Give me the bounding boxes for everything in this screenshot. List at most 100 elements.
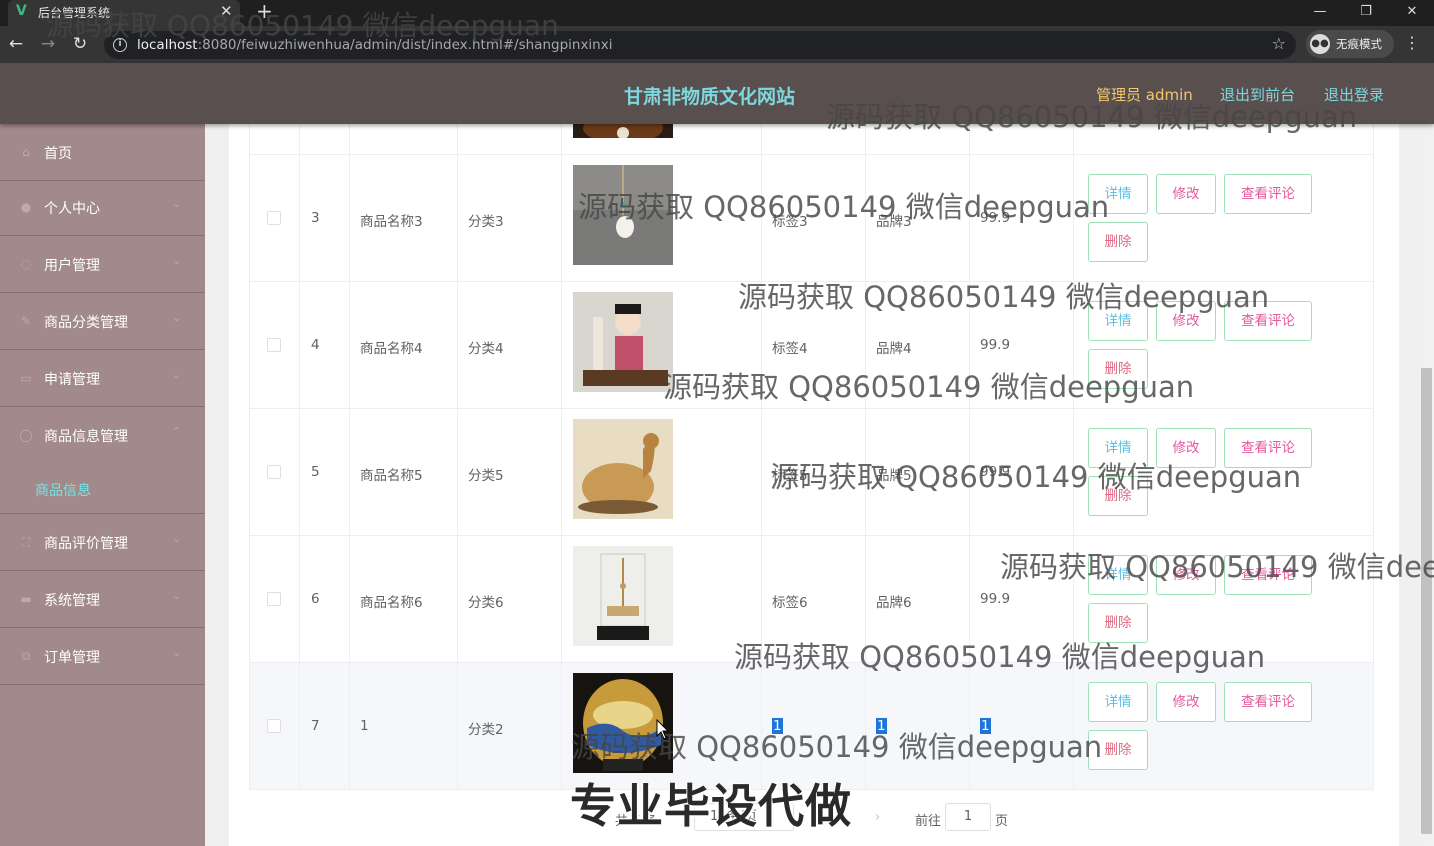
chevron-down-icon: ⌄ [172, 589, 182, 602]
delete-button[interactable]: 删除 [1088, 603, 1148, 643]
sidebar-item-users[interactable]: ◌ 用户管理 ⌄ [0, 236, 205, 293]
product-price: 99.9 [980, 464, 1011, 480]
browser-tab[interactable]: V 后台管理系统 ✕ [8, 0, 240, 26]
edit-button[interactable]: 修改 [1156, 682, 1216, 722]
sidebar-item-orders[interactable]: ⧉ 订单管理 ⌄ [0, 628, 205, 685]
goto-page-input[interactable]: 1 [945, 803, 991, 831]
page-scrollbar[interactable] [1419, 124, 1434, 846]
row-index: 5 [311, 464, 320, 480]
sidebar-item-category[interactable]: ✎ 商品分类管理 ⌄ [0, 293, 205, 350]
detail-button[interactable]: 详情 [1088, 428, 1148, 468]
address-bar[interactable]: i localhost:8080/feiwuzhiwenhua/admin/di… [104, 31, 1296, 59]
chevron-down-icon: ⌄ [172, 197, 182, 210]
site-title: 甘肃非物质文化网站 [624, 86, 796, 108]
row-checkbox[interactable] [267, 211, 281, 225]
detail-button[interactable]: 详情 [1088, 555, 1148, 595]
product-tag: 标签4 [772, 341, 808, 357]
table-row: 5 商品名称5 分类5 标签5 品牌5 99.9 详情 修改 查看评论 删除 [249, 409, 1374, 536]
goto-suffix: 页 [995, 814, 1009, 829]
sidebar-item-product-info[interactable]: ◯ 商品信息管理 ⌃ [0, 407, 205, 464]
edit-button[interactable]: 修改 [1156, 555, 1216, 595]
logout-link[interactable]: 退出登录 [1324, 84, 1384, 105]
system-icon: ▬ [20, 592, 32, 606]
detail-button[interactable]: 详情 [1088, 682, 1148, 722]
sidebar: ⌂ 首页 ● 个人中心 ⌄ ◌ 用户管理 ⌄ ✎ 商品分类管理 ⌄ ▭ 申请管理… [0, 124, 205, 846]
product-brand: 品牌3 [876, 214, 912, 230]
tab-title: 后台管理系统 [38, 6, 111, 20]
incognito-badge[interactable]: ●● 无痕模式 [1306, 30, 1394, 58]
row-checkbox[interactable] [267, 719, 281, 733]
reload-icon[interactable]: ↻ [68, 32, 92, 56]
product-price: 99.9 [980, 591, 1011, 607]
back-to-front-link[interactable]: 退出到前台 [1220, 84, 1295, 105]
table-row: 6 商品名称6 分类6 标签6 品牌6 99.9 详情 修改 查看评论 删除 [249, 536, 1374, 663]
review-icon: ⛶ [21, 535, 31, 549]
product-name: 商品名称5 [360, 468, 423, 484]
product-category: 分类3 [468, 214, 504, 230]
product-name: 商品名称6 [360, 595, 423, 611]
sidebar-item-reviews[interactable]: ⛶ 商品评价管理 ⌄ [0, 514, 205, 571]
view-comments-button[interactable]: 查看评论 [1224, 174, 1312, 214]
product-image [573, 165, 673, 265]
delete-button[interactable]: 删除 [1088, 730, 1148, 770]
tab-close-icon[interactable]: ✕ [220, 2, 233, 20]
sidebar-item-profile[interactable]: ● 个人中心 ⌄ [0, 179, 205, 236]
chevron-down-icon: ⌄ [172, 254, 182, 267]
detail-button[interactable]: 详情 [1088, 301, 1148, 341]
row-checkbox[interactable] [267, 592, 281, 606]
view-comments-button[interactable]: 查看评论 [1224, 301, 1312, 341]
product-brand: 品牌4 [876, 341, 912, 357]
view-comments-button[interactable]: 查看评论 [1224, 682, 1312, 722]
scrollbar-thumb[interactable] [1421, 368, 1432, 834]
detail-button[interactable]: 详情 [1088, 174, 1148, 214]
delete-button[interactable]: 删除 [1088, 349, 1148, 389]
product-brand: 品牌5 [876, 468, 912, 484]
edit-button[interactable]: 修改 [1156, 301, 1216, 341]
content-panel: 3 商品名称3 分类3 标签3 品牌3 99.9 详情 修改 查看评论 删除 4… [229, 124, 1399, 846]
product-tag: 标签5 [772, 468, 808, 484]
product-brand: 1 [876, 718, 887, 734]
view-comments-button[interactable]: 查看评论 [1224, 428, 1312, 468]
edit-button[interactable]: 修改 [1156, 428, 1216, 468]
chevron-down-icon: ⌄ [172, 646, 182, 659]
delete-button[interactable]: 删除 [1088, 476, 1148, 516]
forward-icon[interactable]: → [36, 32, 60, 56]
incognito-label: 无痕模式 [1336, 37, 1382, 51]
chevron-up-icon: ⌃ [172, 425, 182, 438]
restore-icon[interactable]: ❐ [1343, 0, 1389, 26]
view-comments-button[interactable]: 查看评论 [1224, 555, 1312, 595]
next-page-icon[interactable]: › [875, 810, 880, 825]
product-image [573, 546, 673, 646]
browser-menu-icon[interactable]: ⋮ [1402, 33, 1422, 52]
browser-titlebar: V 后台管理系统 ✕ + — ❐ ✕ [0, 0, 1434, 26]
product-name: 商品名称4 [360, 341, 423, 357]
chevron-down-icon: ⌄ [172, 311, 182, 324]
edit-button[interactable]: 修改 [1156, 174, 1216, 214]
table-row: 4 商品名称4 分类4 标签4 品牌4 99.9 详情 修改 查看评论 删除 [249, 282, 1374, 409]
sidebar-item-system[interactable]: ▬ 系统管理 ⌄ [0, 571, 205, 628]
sidebar-item-label: 申请管理 [44, 372, 100, 388]
minimize-icon[interactable]: — [1297, 0, 1343, 26]
product-price: 99.9 [980, 337, 1011, 353]
product-category: 分类4 [468, 341, 504, 357]
sidebar-item-apply[interactable]: ▭ 申请管理 ⌄ [0, 350, 205, 407]
row-checkbox[interactable] [267, 465, 281, 479]
window-close-icon[interactable]: ✕ [1389, 0, 1434, 26]
product-tag: 标签6 [772, 595, 808, 611]
sidebar-item-label: 订单管理 [44, 650, 100, 666]
product-category: 分类2 [468, 722, 504, 738]
row-checkbox[interactable] [267, 338, 281, 352]
site-info-icon[interactable]: i [113, 38, 127, 52]
vue-favicon-icon: V [16, 3, 27, 19]
main-content: 3 商品名称3 分类3 标签3 品牌3 99.9 详情 修改 查看评论 删除 4… [205, 124, 1419, 846]
browser-toolbar: ← → ↻ i localhost:8080/feiwuzhiwenhua/ad… [0, 26, 1434, 63]
sidebar-subitem-product-info[interactable]: 商品信息 [0, 464, 205, 514]
new-tab-icon[interactable]: + [256, 0, 273, 23]
url-text: localhost:8080/feiwuzhiwenhua/admin/dist… [137, 37, 613, 53]
users-icon: ◌ [20, 257, 32, 271]
watermark-big: 专业毕设代做 [570, 779, 852, 833]
bookmark-star-icon[interactable]: ☆ [1272, 34, 1286, 53]
back-icon[interactable]: ← [4, 32, 28, 56]
delete-button[interactable]: 删除 [1088, 222, 1148, 262]
sidebar-item-home[interactable]: ⌂ 首页 [0, 124, 205, 181]
